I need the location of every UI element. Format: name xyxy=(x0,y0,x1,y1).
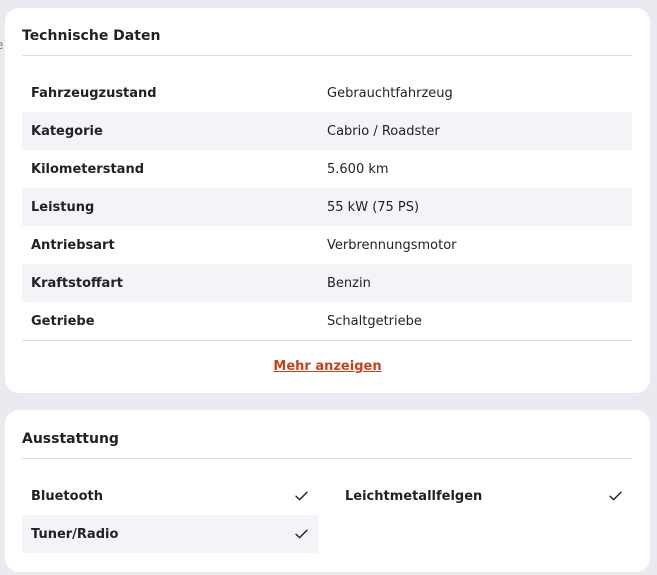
spec-row-fuel: Kraftstoffart Benzin xyxy=(22,264,632,302)
spec-label: Kategorie xyxy=(31,123,103,139)
equipment-title: Ausstattung xyxy=(22,431,119,447)
spec-table: Fahrzeugzustand Gebrauchtfahrzeug Katego… xyxy=(22,74,632,340)
spec-label: Kilometerstand xyxy=(31,161,145,177)
spec-label: Kraftstoffart xyxy=(31,275,123,291)
equipment-label: Leichtmetallfelgen xyxy=(345,488,483,504)
equipment-label: Tuner/Radio xyxy=(31,526,119,542)
spec-label: Fahrzeugzustand xyxy=(31,85,157,101)
check-icon xyxy=(295,529,308,539)
spec-label: Leistung xyxy=(31,199,95,215)
spec-value: Benzin xyxy=(327,275,371,291)
spec-row-transmission: Getriebe Schaltgetriebe xyxy=(22,302,632,340)
technical-data-title: Technische Daten xyxy=(22,28,161,44)
equipment-label: Bluetooth xyxy=(31,488,103,504)
spec-row-condition: Fahrzeugzustand Gebrauchtfahrzeug xyxy=(22,74,632,112)
spec-value: Schaltgetriebe xyxy=(327,313,422,329)
spec-label: Antriebsart xyxy=(31,237,115,253)
equipment-card: Ausstattung Bluetooth Leichtmetallfelgen… xyxy=(5,410,650,572)
divider xyxy=(22,340,632,341)
divider xyxy=(22,55,632,56)
equipment-item-tuner-radio: Tuner/Radio xyxy=(22,515,318,553)
spec-row-mileage: Kilometerstand 5.600 km xyxy=(22,150,632,188)
equipment-item-bluetooth: Bluetooth xyxy=(22,477,318,515)
divider xyxy=(22,458,632,459)
check-icon xyxy=(609,491,622,501)
equipment-item-alloy-wheels: Leichtmetallfelgen xyxy=(336,477,632,515)
spec-row-drive-type: Antriebsart Verbrennungsmotor xyxy=(22,226,632,264)
edge-fragment: e xyxy=(0,38,3,52)
technical-data-card: Technische Daten Fahrzeugzustand Gebrauc… xyxy=(5,8,650,393)
spec-row-category: Kategorie Cabrio / Roadster xyxy=(22,112,632,150)
spec-value: Gebrauchtfahrzeug xyxy=(327,85,453,101)
spec-label: Getriebe xyxy=(31,313,95,329)
show-more-link[interactable]: Mehr anzeigen xyxy=(5,359,650,374)
check-icon xyxy=(295,491,308,501)
spec-value: Verbrennungsmotor xyxy=(327,237,457,253)
spec-value: Cabrio / Roadster xyxy=(327,123,440,139)
spec-value: 55 kW (75 PS) xyxy=(327,199,420,215)
spec-row-power: Leistung 55 kW (75 PS) xyxy=(22,188,632,226)
spec-value: 5.600 km xyxy=(327,161,389,177)
